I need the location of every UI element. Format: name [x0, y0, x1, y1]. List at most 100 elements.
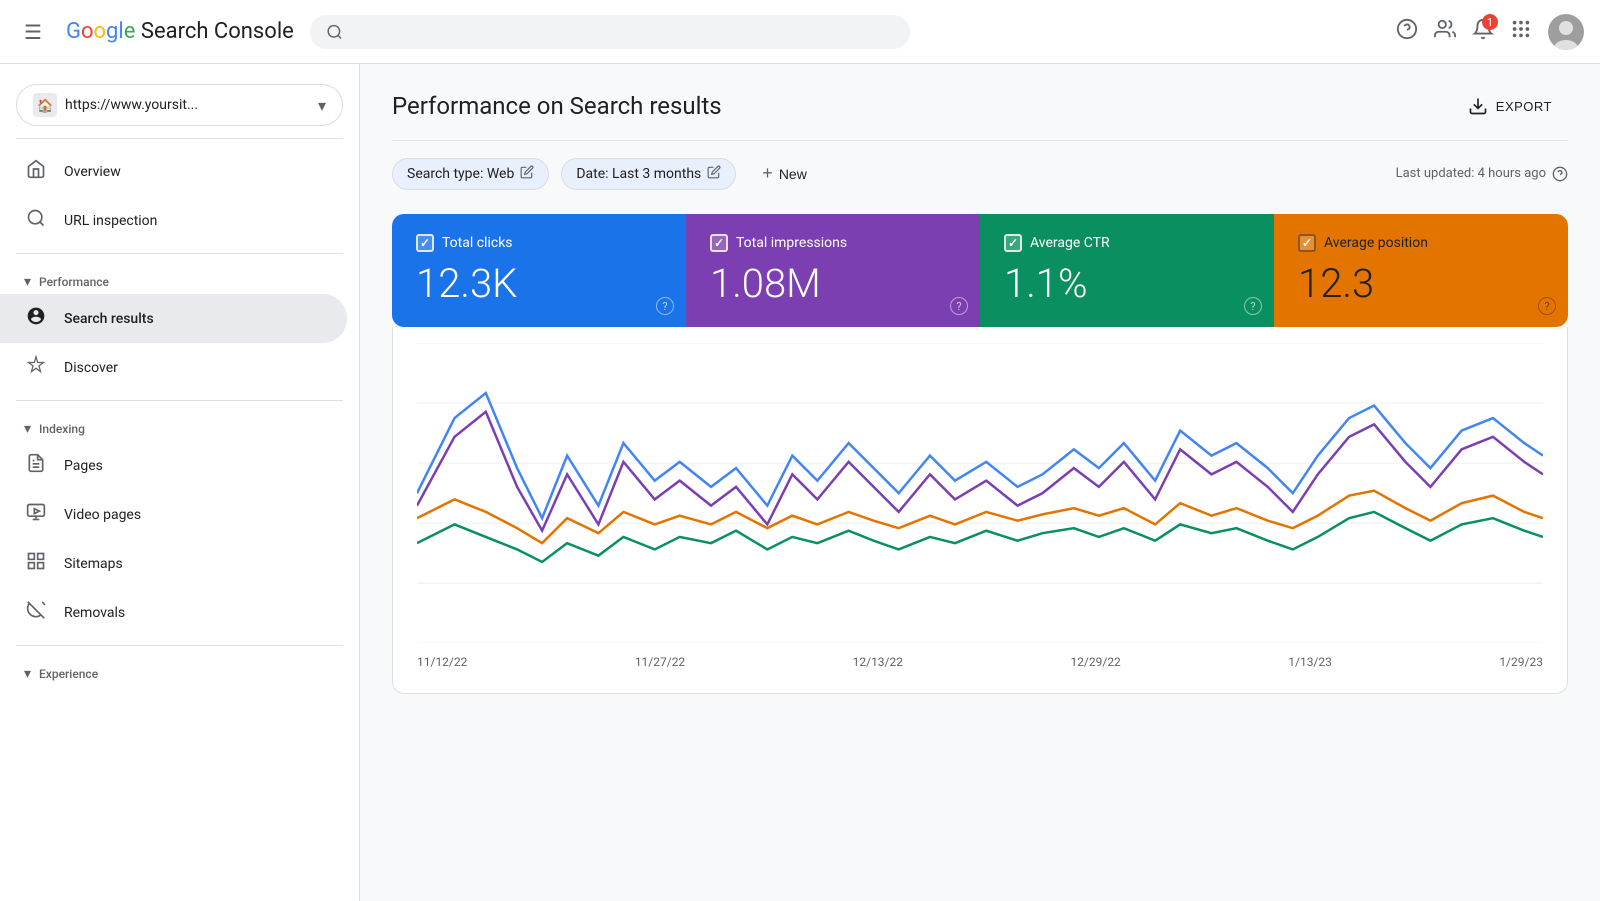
sidebar-section-indexing[interactable]: ▾ Indexing	[0, 409, 359, 441]
last-updated: Last updated: 4 hours ago	[1396, 166, 1568, 182]
ctr-checkbox[interactable]	[1004, 234, 1022, 252]
search-icon	[326, 23, 343, 41]
content-divider	[392, 140, 1568, 141]
chart-container: 11/12/22 11/27/22 12/13/22 12/29/22 1/13…	[392, 327, 1568, 694]
x-label-3: 12/13/22	[853, 655, 903, 669]
url-inspection-icon	[24, 208, 48, 233]
sidebar-discover-label: Discover	[64, 360, 118, 376]
edit-search-type-icon	[520, 165, 534, 183]
sidebar-item-pages[interactable]: Pages	[0, 441, 347, 490]
logo-area: Google Search Console	[66, 19, 294, 44]
svg-text:🏠: 🏠	[37, 98, 53, 114]
removals-icon	[24, 600, 48, 625]
menu-hamburger-icon[interactable]: ☰	[16, 12, 50, 52]
position-label-row: Average position	[1298, 234, 1544, 252]
impressions-help-icon[interactable]: ?	[950, 297, 968, 315]
clicks-label: Total clicks	[442, 235, 513, 251]
sidebar-item-discover[interactable]: Discover	[0, 343, 347, 392]
sidebar-experience-label: Experience	[39, 667, 98, 681]
google-logo: Google	[66, 19, 135, 44]
content-header: Performance on Search results EXPORT	[392, 88, 1568, 124]
sidebar-search-results-label: Search results	[64, 311, 154, 327]
metric-card-clicks[interactable]: Total clicks 12.3K ?	[392, 214, 686, 327]
x-label-1: 11/12/22	[417, 655, 467, 669]
position-help-icon[interactable]: ?	[1538, 297, 1556, 315]
metric-card-position[interactable]: Average position 12.3 ?	[1274, 214, 1568, 327]
sidebar-item-url-inspection[interactable]: URL inspection	[0, 196, 347, 245]
x-label-5: 1/13/23	[1288, 655, 1332, 669]
sidebar-divider-1	[16, 138, 343, 139]
position-label: Average position	[1324, 235, 1428, 251]
search-results-icon	[24, 306, 48, 331]
sidebar-item-removals[interactable]: Removals	[0, 588, 347, 637]
sidebar-indexing-label: Indexing	[39, 422, 85, 436]
ctr-label: Average CTR	[1030, 235, 1110, 251]
x-label-6: 1/29/23	[1499, 655, 1543, 669]
x-label-2: 11/27/22	[635, 655, 685, 669]
sidebar-item-video-pages[interactable]: Video pages	[0, 490, 347, 539]
position-value: 12.3	[1298, 260, 1544, 307]
export-button[interactable]: EXPORT	[1452, 88, 1568, 124]
home-icon	[24, 159, 48, 184]
site-dropdown-icon: ▾	[318, 96, 326, 115]
date-label: Date: Last 3 months	[576, 166, 701, 182]
last-updated-help-icon[interactable]	[1552, 166, 1568, 182]
global-search-bar[interactable]	[310, 15, 910, 49]
indexing-chevron-icon: ▾	[24, 421, 31, 437]
sidebar-pages-label: Pages	[64, 458, 103, 474]
sidebar: 🏠 https://www.yoursit... ▾ Overview URL …	[0, 64, 360, 901]
clicks-label-row: Total clicks	[416, 234, 662, 252]
people-icon[interactable]	[1434, 18, 1456, 45]
sidebar-item-sitemaps[interactable]: Sitemaps	[0, 539, 347, 588]
page-title: Performance on Search results	[392, 92, 722, 120]
sidebar-item-search-results[interactable]: Search results	[0, 294, 347, 343]
clicks-value: 12.3K	[416, 260, 662, 307]
notification-badge: 1	[1482, 14, 1498, 30]
help-icon[interactable]	[1396, 18, 1418, 45]
experience-chevron-icon: ▾	[24, 666, 31, 682]
search-input[interactable]	[351, 23, 894, 41]
edit-date-icon	[707, 165, 721, 183]
ctr-label-row: Average CTR	[1004, 234, 1250, 252]
discover-icon	[24, 355, 48, 380]
pages-icon	[24, 453, 48, 478]
metric-card-ctr[interactable]: Average CTR 1.1% ?	[980, 214, 1274, 327]
filter-bar: Search type: Web Date: Last 3 months	[392, 157, 1568, 190]
metric-card-impressions[interactable]: Total impressions 1.08M ?	[686, 214, 980, 327]
sidebar-video-pages-label: Video pages	[64, 507, 141, 523]
impressions-value: 1.08M	[710, 260, 956, 307]
impressions-label: Total impressions	[736, 235, 847, 251]
sidebar-item-overview[interactable]: Overview	[0, 147, 347, 196]
impressions-checkbox[interactable]	[710, 234, 728, 252]
topbar-actions: 1	[1396, 14, 1584, 50]
ctr-help-icon[interactable]: ?	[1244, 297, 1262, 315]
grid-icon[interactable]	[1510, 18, 1532, 45]
new-filter-button[interactable]: + New	[748, 157, 821, 190]
main-content: Performance on Search results EXPORT Sea…	[360, 64, 1600, 901]
app-name-label: Search Console	[141, 19, 294, 44]
avatar[interactable]	[1548, 14, 1584, 50]
search-type-label: Search type: Web	[407, 166, 514, 182]
clicks-help-icon[interactable]: ?	[656, 297, 674, 315]
video-pages-icon	[24, 502, 48, 527]
chart-x-labels: 11/12/22 11/27/22 12/13/22 12/29/22 1/13…	[417, 647, 1543, 669]
sidebar-section-experience[interactable]: ▾ Experience	[0, 654, 359, 686]
site-favicon: 🏠	[33, 93, 57, 117]
position-checkbox[interactable]	[1298, 234, 1316, 252]
site-selector[interactable]: 🏠 https://www.yoursit... ▾	[16, 84, 343, 126]
topbar: ☰ Google Search Console	[0, 0, 1600, 64]
site-url-label: https://www.yoursit...	[65, 97, 310, 113]
download-icon	[1468, 96, 1488, 116]
notifications-icon[interactable]: 1	[1472, 18, 1494, 45]
sidebar-divider-4	[16, 645, 343, 646]
x-label-4: 12/29/22	[1070, 655, 1120, 669]
export-label: EXPORT	[1496, 99, 1552, 114]
metric-cards: Total clicks 12.3K ? Total impressions 1…	[392, 214, 1568, 327]
date-filter[interactable]: Date: Last 3 months	[561, 158, 736, 190]
sidebar-section-performance[interactable]: ▾ Performance	[0, 262, 359, 294]
clicks-checkbox[interactable]	[416, 234, 434, 252]
performance-chevron-icon: ▾	[24, 274, 31, 290]
search-type-filter[interactable]: Search type: Web	[392, 158, 549, 190]
impressions-label-row: Total impressions	[710, 234, 956, 252]
sitemaps-icon	[24, 551, 48, 576]
